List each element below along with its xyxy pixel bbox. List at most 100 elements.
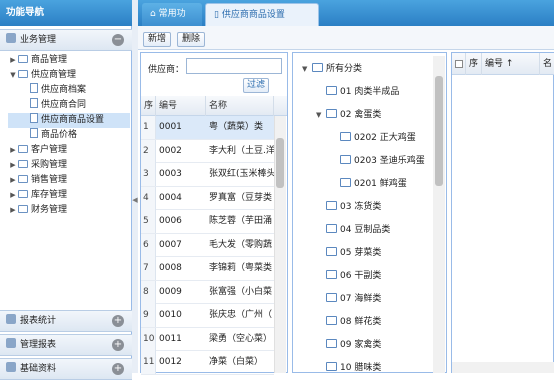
category-item[interactable]: 01 肉类半成品 [300, 81, 399, 103]
chevron-right-icon: ▶ [10, 56, 16, 64]
add-button[interactable]: 新增 [143, 32, 172, 47]
category-item[interactable]: ▼ 02 禽蛋类 [300, 104, 381, 126]
table-row[interactable]: 10 0011 梁勇（空心菜） [141, 327, 274, 351]
folder-icon [326, 293, 337, 302]
tree-label: 商品价格 [41, 130, 78, 140]
scrollbar-thumb[interactable] [435, 76, 443, 186]
category-item[interactable]: 06 干副类 [300, 265, 381, 287]
tree-item-supplier-goods-setting[interactable]: 供应商商品设置 [8, 113, 130, 128]
table-row[interactable]: 7 0008 李锦莉（粤菜类 [141, 257, 274, 281]
tree-item-purchase[interactable]: ▶ 采购管理 [8, 158, 130, 173]
chevron-left-icon[interactable]: ◀ [132, 196, 138, 210]
folder-icon [18, 55, 28, 63]
tree-item-supplier-contract[interactable]: 供应商合同 [8, 98, 130, 113]
category-item[interactable]: 08 鲜花类 [300, 311, 381, 333]
table-row[interactable]: 4 0004 罗真富（豆芽类 [141, 186, 274, 210]
col-index[interactable]: 序 [141, 96, 156, 116]
table-row[interactable]: 9 0010 张庆忠（广州（ [141, 304, 274, 328]
category-item[interactable]: ▼ 所有分类 [300, 58, 362, 80]
category-item[interactable]: 05 芽菜类 [300, 242, 381, 264]
delete-button[interactable]: 删除 [177, 32, 206, 47]
category-item[interactable]: 0201 鲜鸡蛋 [300, 173, 407, 195]
tree-label: 财务管理 [31, 205, 68, 215]
category-item[interactable]: 0202 正大鸡蛋 [300, 127, 416, 149]
table-row[interactable]: 5 0006 陈芝蓉（芋田涌 [141, 210, 274, 234]
row-index: 3 [141, 163, 156, 186]
row-code: 0001 [159, 122, 182, 132]
table-row[interactable]: 8 0009 张富强（小白菜 [141, 280, 274, 304]
row-code: 0008 [159, 263, 182, 273]
row-index: 4 [141, 186, 156, 210]
expand-icon[interactable]: + [112, 363, 124, 375]
scrollbar-thumb[interactable] [276, 138, 284, 188]
category-item[interactable]: 09 家禽类 [300, 334, 381, 356]
row-index: 9 [141, 304, 156, 327]
category-item[interactable]: 0203 圣迪乐鸡蛋 [300, 150, 425, 172]
tree-item-supplier[interactable]: ▼ 供应商管理 [8, 68, 130, 83]
collapse-icon[interactable]: − [112, 34, 124, 46]
section-label: 业务管理 [20, 35, 57, 45]
horizontal-scrollbar[interactable] [452, 362, 554, 373]
col-name[interactable]: 名称 [206, 96, 274, 116]
table-row[interactable]: 3 0003 张双红(玉米棒头 [141, 163, 274, 187]
chevron-right-icon: ▶ [10, 161, 16, 169]
table-row[interactable]: 2 0002 李大利（土豆.洋 [141, 139, 274, 163]
table-row[interactable]: 11 0012 净菜（白菜） [141, 351, 274, 375]
category-label: 02 禽蛋类 [340, 110, 382, 120]
col-code[interactable]: 编号 [156, 96, 206, 116]
filter-label: 供应商： [148, 65, 185, 75]
tree-item-finance[interactable]: ▶ 财务管理 [8, 203, 130, 218]
chevron-down-icon[interactable]: ▼ [316, 104, 326, 126]
folder-icon [326, 109, 337, 118]
category-label: 10 腊味类 [340, 363, 382, 373]
sidebar-title: 功能导航 [0, 0, 132, 26]
table-row[interactable]: 6 0007 毛大发（零购蔬 [141, 233, 274, 257]
category-item[interactable]: 10 腊味类 [300, 357, 381, 373]
row-code: 0002 [159, 145, 182, 156]
chevron-down-icon[interactable]: ▼ [302, 58, 312, 80]
category-label: 0201 鲜鸡蛋 [354, 179, 407, 189]
document-icon [30, 83, 38, 93]
section-basic-data[interactable]: 基础资料 + [0, 358, 132, 380]
tree-item-sales[interactable]: ▶ 销售管理 [8, 173, 130, 188]
chevron-right-icon: ▶ [10, 206, 16, 214]
row-index: 11 [141, 351, 156, 374]
category-item[interactable]: 03 冻货类 [300, 196, 381, 218]
select-all-checkbox[interactable] [452, 53, 466, 75]
tree-item-inventory[interactable]: ▶ 库存管理 [8, 188, 130, 203]
row-name: 张双红(玉米棒头 [209, 169, 274, 179]
section-management-reports[interactable]: 管理报表 + [0, 334, 132, 356]
tree-item-goods[interactable]: ▶ 商品管理 [8, 53, 130, 68]
filter-button[interactable]: 过滤 [243, 78, 269, 93]
table-row[interactable]: 1 0001 粤（蔬菜）类 [141, 116, 274, 140]
folder-icon [18, 145, 28, 153]
expand-icon[interactable]: + [112, 339, 124, 351]
category-item[interactable]: 07 海鲜类 [300, 288, 381, 310]
splitter[interactable] [132, 0, 138, 373]
row-code: 0003 [159, 169, 182, 179]
supplier-filter-input[interactable] [186, 58, 282, 74]
tab-supplier-goods-setting[interactable]: ▯ 供应商商品设置 [205, 3, 319, 26]
chevron-right-icon: ▶ [10, 176, 16, 184]
row-index: 6 [141, 233, 156, 257]
tree-label: 供应商管理 [31, 70, 77, 80]
tree-item-supplier-archive[interactable]: 供应商档案 [8, 83, 130, 98]
goods-panel [451, 52, 554, 373]
row-name: 净菜（白菜） [209, 357, 264, 367]
col-code-sorted[interactable]: 编号 ↑ [482, 53, 540, 75]
col-index[interactable]: 序 [466, 53, 482, 75]
section-business[interactable]: 业务管理 − [0, 29, 132, 51]
tree-item-goods-price[interactable]: 商品价格 [8, 128, 130, 143]
tab-home[interactable]: ⌂ 常用功能 [142, 3, 202, 41]
tree-label: 供应商合同 [41, 100, 87, 110]
row-name: 张庆忠（广州（ [209, 310, 273, 320]
expand-icon[interactable]: + [112, 315, 124, 327]
tree-item-customer[interactable]: ▶ 客户管理 [8, 143, 130, 158]
row-index: 8 [141, 280, 156, 304]
col-name[interactable]: 名 [540, 53, 554, 75]
row-code: 0010 [159, 310, 182, 320]
category-item[interactable]: 04 豆制品类 [300, 219, 390, 241]
section-reports[interactable]: 报表统计 + [0, 310, 132, 332]
folder-icon [326, 339, 337, 348]
row-name: 陈芝蓉（芋田涌 [209, 216, 273, 226]
